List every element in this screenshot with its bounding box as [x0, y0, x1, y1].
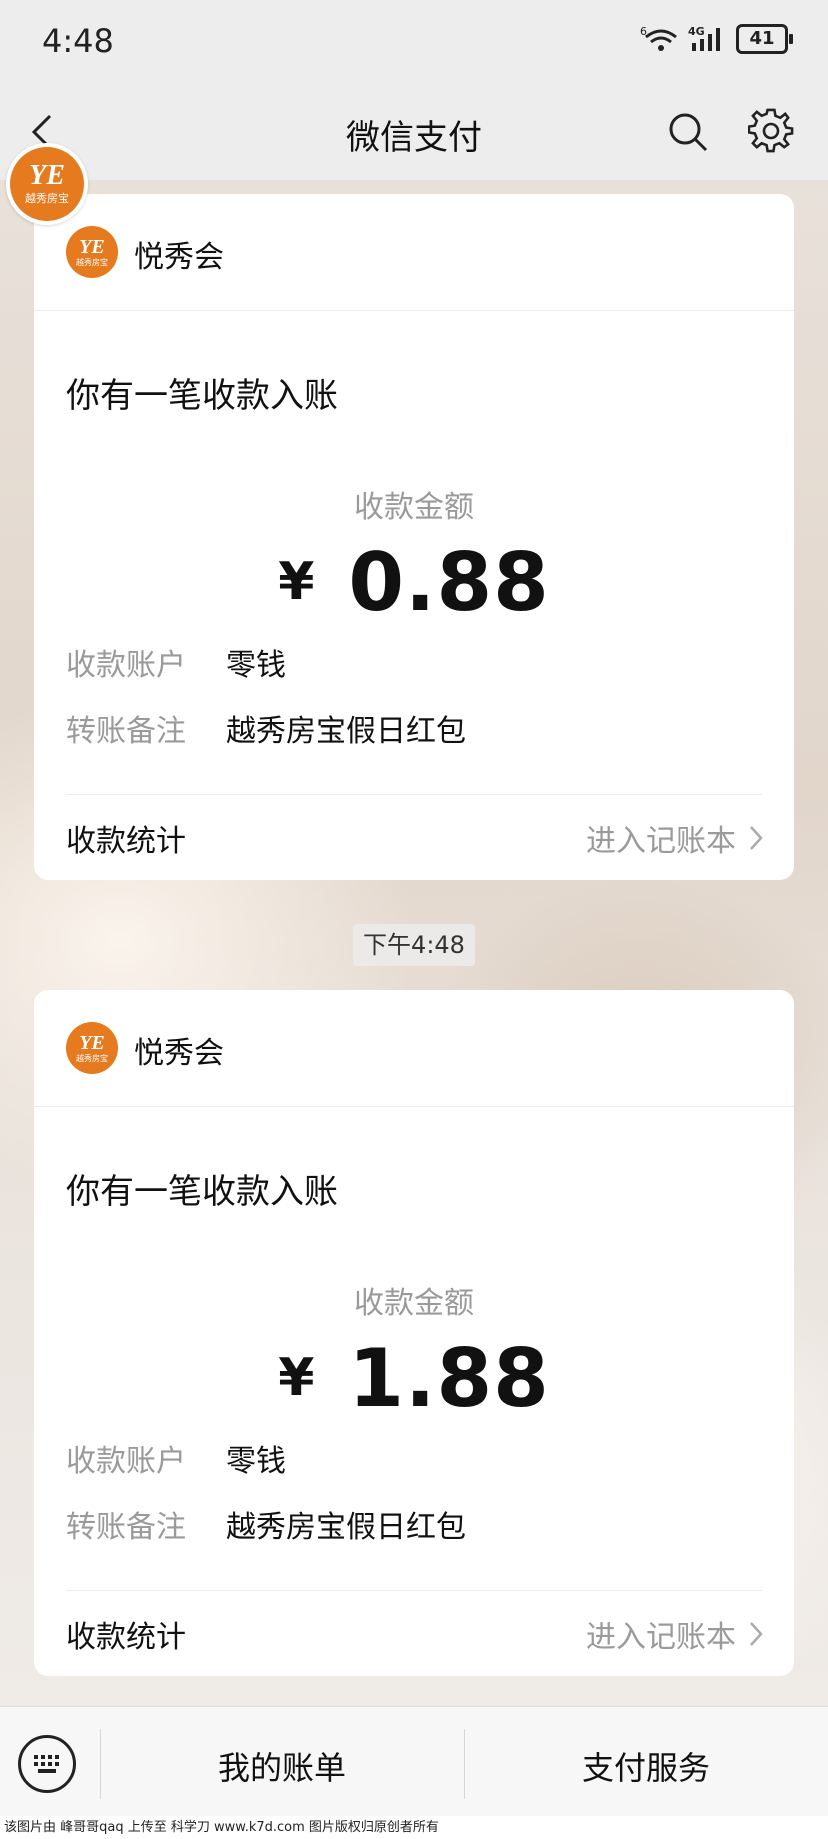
amount: ¥1.88 [34, 1332, 794, 1425]
note-key: 转账备注 [66, 1510, 186, 1545]
account-row: 收款账户 零钱 [66, 1436, 286, 1480]
amount-value: 0.88 [348, 536, 550, 629]
logo-mark: YE [79, 235, 105, 258]
logo-mark: YE [29, 160, 65, 191]
merchant-name: 悦秀会 [134, 240, 224, 275]
ledger-link[interactable]: 进入记账本 [586, 1612, 764, 1656]
amount-label: 收款金额 [354, 1286, 474, 1321]
merchant-avatar[interactable]: YE 越秀房宝 [6, 143, 88, 225]
account-row: 收款账户 零钱 [66, 640, 286, 684]
stats-label: 收款统计 [66, 824, 186, 859]
status-icons: 6 4G 41 [640, 24, 793, 54]
wifi-icon: 6 [640, 25, 677, 51]
card-header: YE 越秀房宝 悦秀会 [34, 990, 794, 1107]
keyboard-icon [34, 1755, 59, 1773]
note-value: 越秀房宝假日红包 [226, 1510, 466, 1545]
merchant-logo-small: YE 越秀房宝 [66, 1022, 118, 1074]
ledger-link[interactable]: 进入记账本 [586, 816, 764, 860]
stats-label: 收款统计 [66, 1620, 186, 1655]
watermark-text: 该图片由 峰哥哥qaq 上传至 科学刀 www.k7d.com 图片版权归原创者… [0, 1816, 828, 1839]
account-key: 收款账户 [66, 648, 186, 683]
amount: ¥0.88 [34, 536, 794, 629]
card-title: 你有一笔收款入账 [66, 1172, 338, 1212]
merchant-name: 悦秀会 [134, 1036, 224, 1071]
status-bar: 4:48 6 4G 41 [0, 0, 828, 84]
chevron-right-icon [750, 826, 763, 850]
merchant-logo-small: YE 越秀房宝 [66, 226, 118, 278]
logo-mark: YE [79, 1031, 105, 1054]
logo-subtitle: 越秀房宝 [76, 257, 108, 267]
ledger-link-label: 进入记账本 [586, 1620, 736, 1655]
currency-symbol: ¥ [278, 1348, 315, 1408]
bottom-menu-bar: 我的账单 支付服务 [0, 1706, 828, 1817]
ledger-link-label: 进入记账本 [586, 824, 736, 859]
battery-icon: 41 [736, 24, 793, 54]
note-value: 越秀房宝假日红包 [226, 714, 466, 749]
payment-card[interactable]: YE 越秀房宝 悦秀会 你有一笔收款入账 收款金额 ¥0.88 收款账户 零钱 转… [34, 194, 794, 880]
amount-value: 1.88 [348, 1332, 550, 1425]
status-time: 4:48 [42, 22, 114, 60]
note-row: 转账备注 越秀房宝假日红包 [66, 1502, 466, 1546]
keyboard-toggle-button[interactable] [18, 1735, 76, 1793]
chevron-right-icon [750, 1622, 763, 1646]
account-key: 收款账户 [66, 1444, 186, 1479]
merchant-logo: YE 越秀房宝 [10, 147, 84, 221]
my-bill-button[interactable]: 我的账单 [100, 1743, 464, 1789]
logo-subtitle: 越秀房宝 [25, 192, 69, 205]
account-value: 零钱 [226, 648, 286, 683]
note-key: 转账备注 [66, 714, 186, 749]
account-value: 零钱 [226, 1444, 286, 1479]
amount-label: 收款金额 [354, 490, 474, 525]
card-header: YE 越秀房宝 悦秀会 [34, 194, 794, 311]
cell-signal-icon: 4G [688, 25, 720, 51]
currency-symbol: ¥ [278, 552, 315, 612]
divider [66, 794, 762, 795]
payment-service-button[interactable]: 支付服务 [464, 1743, 828, 1789]
gear-icon[interactable] [748, 108, 794, 154]
search-icon[interactable] [666, 110, 710, 154]
note-row: 转账备注 越秀房宝假日红包 [66, 706, 466, 750]
divider [66, 1590, 762, 1591]
time-stamp: 下午4:48 [353, 924, 475, 966]
card-title: 你有一笔收款入账 [66, 376, 338, 416]
logo-subtitle: 越秀房宝 [76, 1053, 108, 1063]
signal-label: 4G [688, 25, 705, 38]
payment-card[interactable]: YE 越秀房宝 悦秀会 你有一笔收款入账 收款金额 ¥1.88 收款账户 零钱 转… [34, 990, 794, 1676]
nav-bar: 微信支付 [0, 84, 828, 180]
